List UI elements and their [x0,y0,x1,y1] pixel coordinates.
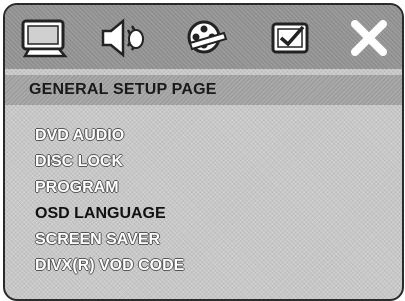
menu-item-osd-language[interactable]: OSD LANGUAGE [35,201,184,227]
menu-item-disc-lock[interactable]: DISC LOCK [35,149,184,175]
setup-menu-window: GENERAL SETUP PAGE DVD AUDIO DISC LOCK P… [3,3,404,301]
tab-preference-setup[interactable] [265,15,317,61]
checkbox-icon [271,22,309,54]
menu-item-program[interactable]: PROGRAM [35,175,184,201]
tab-video-setup[interactable] [180,15,232,61]
menu-item-screen-saver[interactable]: SCREEN SAVER [35,227,184,253]
setup-tab-bar [5,5,402,69]
tab-exit[interactable] [343,15,395,61]
speaker-icon [101,18,144,58]
tab-general-setup[interactable] [19,15,71,61]
tab-audio-setup[interactable] [97,15,149,61]
page-title-bar: GENERAL SETUP PAGE [5,75,402,105]
page-title: GENERAL SETUP PAGE [29,81,217,98]
menu-item-dvd-audio[interactable]: DVD AUDIO [35,123,184,149]
monitor-icon [21,19,68,58]
menu-item-divx-vod-code[interactable]: DIVX(R) VOD CODE [35,253,184,279]
setup-options-list: DVD AUDIO DISC LOCK PROGRAM OSD LANGUAGE… [35,123,184,279]
film-reel-icon [187,20,228,54]
close-icon [351,20,387,56]
